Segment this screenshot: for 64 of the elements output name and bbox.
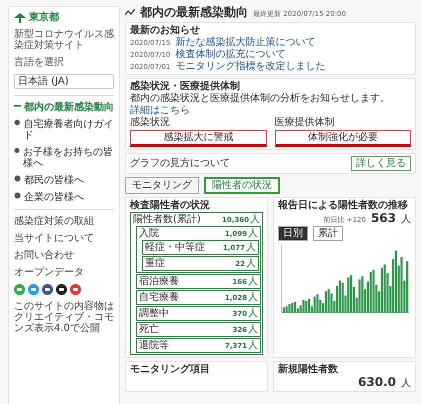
card-title: 新規陽性者数: [278, 364, 339, 376]
sidebar-link[interactable]: オープンデータ: [14, 267, 114, 278]
status-label: 死亡: [139, 324, 159, 336]
unit-label: 人: [246, 258, 256, 270]
trend-line-icon: [125, 9, 135, 16]
unit-label: 人: [248, 324, 258, 336]
status-label: 宿泊療養: [139, 276, 179, 288]
card-title: 報告日による陽性者数の推移: [278, 200, 409, 212]
nav-item[interactable]: 企業の皆様へ: [14, 192, 114, 203]
sidebar-link[interactable]: 当サイトについて: [14, 233, 114, 244]
nav-item[interactable]: 都民の皆様へ: [14, 175, 114, 186]
more-button[interactable]: 詳しく見る: [351, 156, 411, 172]
unit-label: 人: [401, 214, 411, 226]
unit-label: 人: [248, 308, 258, 320]
dot-icon: [14, 147, 20, 154]
status-label: 自宅療養: [139, 292, 179, 304]
toggle-button[interactable]: 累計: [313, 226, 343, 242]
unit-label: 人: [248, 340, 258, 352]
notice-link[interactable]: 検査体制の拡充について: [175, 49, 286, 60]
status-label: 入院: [139, 228, 159, 240]
tab[interactable]: モニタリング: [125, 177, 199, 194]
detail-link[interactable]: 詳細はこちら: [130, 105, 411, 116]
card-title: 感染状況・医療提供体制: [130, 81, 241, 92]
sidebar-link[interactable]: お問い合わせ: [14, 250, 114, 261]
unit-label: 人: [248, 292, 258, 304]
notice-link[interactable]: 新たな感染拡大防止策について: [175, 37, 316, 48]
status-label: 医療提供体制: [274, 117, 336, 128]
nav-item[interactable]: 都内の最新感染動向: [14, 102, 114, 113]
status-label: 陽性者数(累計): [133, 214, 201, 226]
nav-item[interactable]: お子様をお持ちの皆様へ: [14, 147, 114, 169]
unit-label: 人: [248, 228, 258, 240]
alert-level-button[interactable]: 感染拡大に警戒: [130, 130, 266, 148]
unit-label: 人: [246, 242, 256, 254]
status-label: 退院等: [139, 340, 169, 352]
license-text: このサイトの内容物はクリエイティブ・コモンズ表示4.0で公開: [14, 301, 114, 334]
site-name: 東京都: [29, 12, 59, 23]
dash-icon: [14, 102, 21, 109]
toggle-button[interactable]: 日別: [278, 226, 308, 242]
notice-link[interactable]: モニタリング指標を改定しました: [175, 61, 326, 72]
unit-label: 人: [250, 214, 260, 226]
unit-label: 人: [248, 276, 258, 288]
dot-icon: [14, 192, 21, 199]
site-subtitle: 新型コロナウイルス感染症対策サイト: [14, 29, 114, 51]
sidebar-link[interactable]: 感染症対策の取組: [14, 216, 114, 227]
card-title: モニタリング項目: [130, 364, 211, 376]
status-label: 感染状況: [130, 117, 171, 128]
status-label: 軽症・中等症: [145, 242, 205, 254]
alert-level-button[interactable]: 体制強化が必要: [274, 130, 411, 148]
status-label: 調整中: [139, 308, 169, 320]
card-title: 検査陽性者の状況: [130, 200, 211, 212]
language-label: 言語を選択: [14, 57, 65, 68]
info-text: グラフの見方について: [130, 158, 230, 170]
page-title: 都内の最新感染動向: [140, 6, 248, 20]
language-select[interactable]: 日本語 (JA): [14, 74, 114, 89]
card-title: 最新のお知らせ: [130, 25, 201, 36]
alert-text: 都内の感染状況と医療提供体制の分析をお知らせします。: [130, 93, 391, 104]
metric-value: 630.0: [358, 376, 396, 390]
dot-icon: [14, 119, 20, 126]
tab[interactable]: 陽性者の状況: [204, 177, 280, 194]
status-label: 重症: [145, 258, 165, 270]
dot-icon: [14, 175, 21, 182]
unit-label: 人: [401, 378, 411, 390]
case-count: 563: [370, 212, 396, 226]
nav-item[interactable]: 自宅療養者向けガイド: [14, 119, 114, 141]
